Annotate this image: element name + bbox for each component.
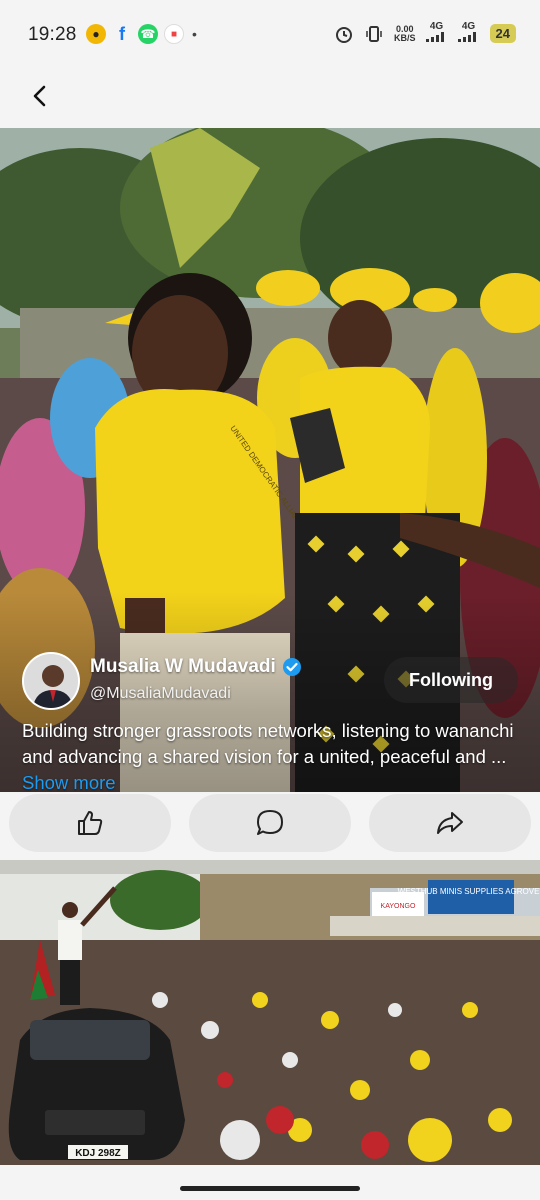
post2-image[interactable]: WESTHUB MINIS SUPPLIES AGROVET KAYONGO K… — [0, 860, 540, 1165]
network-2: 4G — [457, 21, 480, 45]
network-2-label: 4G — [461, 21, 476, 32]
net-speed-unit: KB/S — [394, 32, 416, 43]
post-actions — [0, 792, 540, 860]
comment-button[interactable] — [189, 794, 351, 852]
caption-text: Building stronger grassroots networks, l… — [22, 720, 514, 767]
author-name-text: Musalia W Mudavadi — [90, 656, 276, 677]
author-avatar[interactable] — [22, 652, 80, 710]
thumbs-up-icon — [78, 811, 103, 835]
share-button[interactable] — [369, 794, 531, 852]
license-plate: KDJ 298Z — [75, 1148, 121, 1159]
post-caption: Building stronger grassroots networks, l… — [22, 718, 522, 792]
facebook-icon: f — [119, 23, 125, 44]
like-button[interactable] — [9, 794, 171, 852]
alarm-icon — [336, 26, 353, 43]
show-more-link[interactable]: Show more — [22, 772, 116, 792]
post2-photo: WESTHUB MINIS SUPPLIES AGROVET KAYONGO K… — [0, 860, 540, 1165]
status-right: 0.00 KB/S 4G 4G 24 — [334, 22, 516, 45]
video-player[interactable]: UNITED DEMOCRATIC ALLIANCE Musalia W Mud… — [0, 128, 540, 792]
game-icon: ● — [86, 24, 106, 44]
status-bar: 19:28 ● f ☎ ■ • 0.00 KB/S 4G 4G 24 — [0, 0, 540, 70]
network-1-label: 4G — [429, 21, 444, 32]
more-notifications-icon: • — [192, 26, 197, 42]
back-button[interactable] — [22, 78, 58, 114]
sign-2: KAYONGO — [381, 903, 416, 910]
chevron-left-icon — [33, 85, 46, 107]
vibrate-icon — [366, 25, 382, 42]
net-speed: 0.00 KB/S — [394, 24, 416, 43]
home-gesture-pill[interactable] — [180, 1186, 360, 1191]
top-bar — [0, 70, 540, 128]
app-icon: ■ — [164, 24, 184, 44]
status-time: 19:28 — [28, 24, 77, 45]
following-button[interactable]: Following — [384, 657, 518, 703]
system-nav-bar — [0, 1165, 540, 1200]
share-icon — [437, 812, 463, 834]
wifi-icon — [425, 32, 444, 42]
author-handle[interactable]: @MusaliaMudavadi — [90, 685, 231, 703]
signal-icon — [457, 32, 476, 42]
network-1: 4G — [425, 21, 448, 45]
status-app-icons: ● f ☎ ■ • — [86, 24, 197, 44]
comment-icon — [257, 810, 283, 835]
whatsapp-icon: ☎ — [138, 24, 158, 44]
verified-badge-icon — [282, 658, 301, 676]
author-name[interactable]: Musalia W Mudavadi — [90, 656, 302, 678]
battery-indicator: 24 — [489, 24, 516, 43]
